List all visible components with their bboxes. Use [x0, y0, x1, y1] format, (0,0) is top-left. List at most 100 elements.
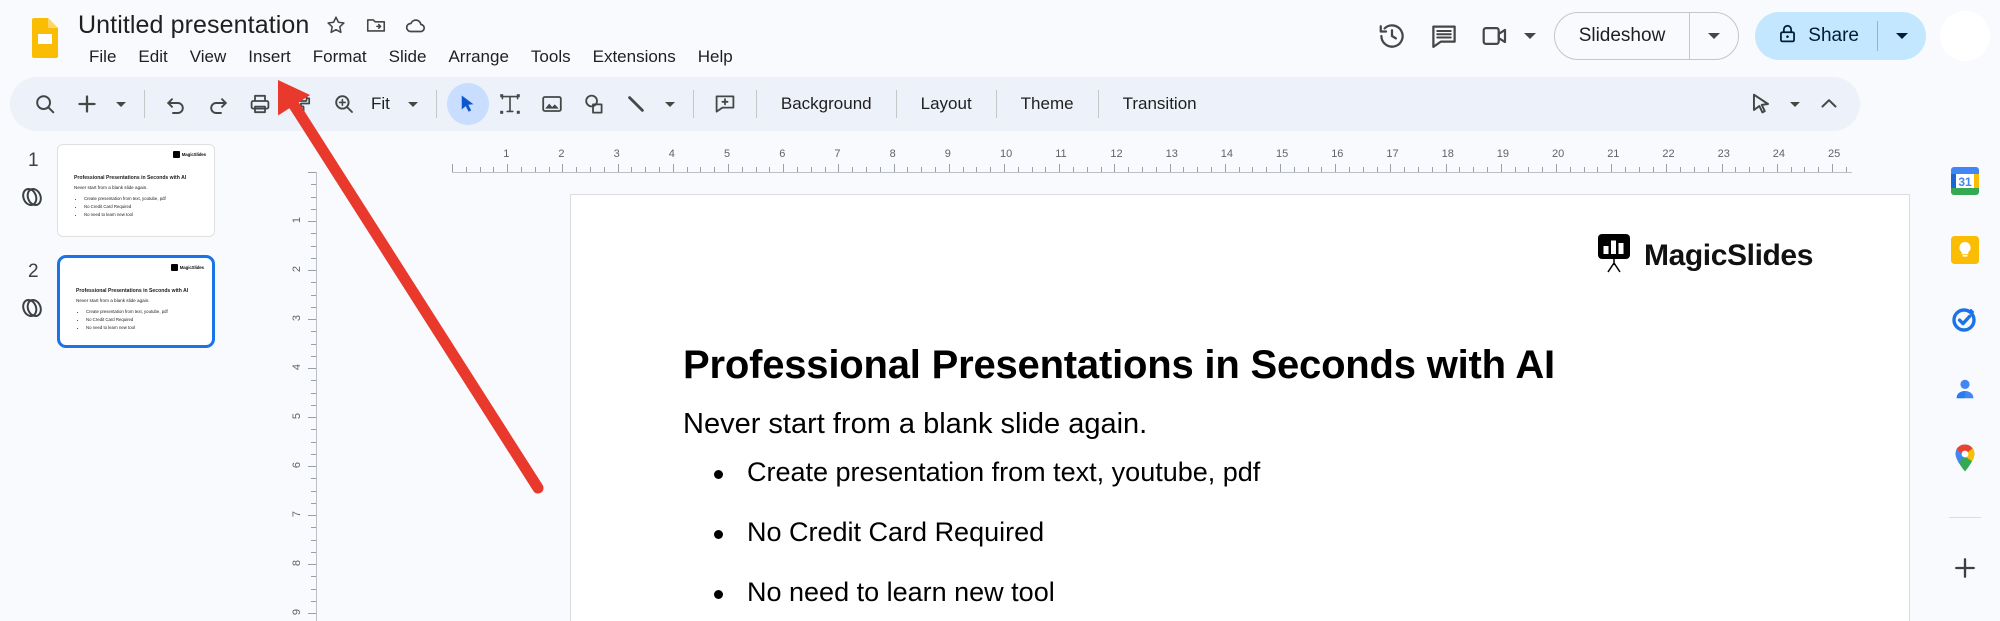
slide-canvas[interactable]: MagicSlides Professional Presentations i… — [570, 194, 1910, 621]
avatar[interactable] — [1940, 11, 1990, 61]
insert-image-icon[interactable] — [531, 83, 573, 125]
search-icon[interactable] — [24, 83, 66, 125]
ruler-tick — [783, 164, 785, 172]
ruler-tick — [308, 172, 316, 173]
menu-item-tools[interactable]: Tools — [520, 45, 582, 69]
add-on-icon[interactable] — [1941, 552, 1989, 585]
ruler-tick — [948, 164, 950, 172]
meet-camera-icon[interactable] — [1470, 10, 1522, 62]
ruler-tick — [1707, 167, 1709, 172]
ruler-tick — [1473, 167, 1475, 172]
menu-item-view[interactable]: View — [179, 45, 238, 69]
slide-thumbnail-selected[interactable]: MagicSlides Professional Presentations i… — [57, 255, 215, 348]
menu-item-edit[interactable]: Edit — [127, 45, 178, 69]
undo-icon[interactable] — [155, 83, 197, 125]
ruler-label: 9 — [291, 608, 304, 616]
main-toolbar: Fit Background Layout Theme Transition — [10, 77, 1860, 131]
laser-pointer-icon[interactable] — [1740, 83, 1782, 125]
google-keep-icon[interactable] — [1941, 233, 1989, 266]
laser-chevron-down-icon[interactable] — [1782, 83, 1808, 125]
select-cursor-icon[interactable] — [446, 83, 489, 125]
slideshow-button[interactable]: Slideshow — [1553, 12, 1740, 60]
theme-button[interactable]: Theme — [1007, 86, 1088, 122]
ruler-tick — [1197, 167, 1199, 172]
slide-thumbnail[interactable]: MagicSlides Professional Presentations i… — [57, 144, 215, 237]
add-comment-icon[interactable] — [704, 83, 746, 125]
menu-item-help[interactable]: Help — [687, 45, 744, 69]
thumb-title: Professional Presentations in Seconds wi… — [76, 288, 189, 294]
menu-item-format[interactable]: Format — [302, 45, 378, 69]
paint-format-icon[interactable] — [281, 83, 323, 125]
filmstrip-slide-2[interactable]: 2 MagicSlides Professional Presentations… — [0, 255, 270, 371]
ruler-label: 12 — [1110, 148, 1123, 160]
google-contacts-icon[interactable] — [1941, 372, 1989, 405]
meet-chevron-down-icon[interactable] — [1523, 33, 1536, 39]
ruler-tick — [311, 551, 316, 553]
filmstrip-slide-1[interactable]: 1 MagicSlides Professional Presentations… — [0, 144, 270, 260]
ruler-label: 6 — [779, 148, 786, 160]
ruler-tick — [1224, 164, 1226, 172]
ruler-tick — [311, 588, 316, 590]
star-icon[interactable] — [323, 12, 349, 38]
text-box-icon[interactable] — [489, 83, 531, 125]
share-button[interactable]: Share — [1755, 12, 1926, 60]
page-title[interactable]: Untitled presentation — [78, 11, 309, 40]
comment-icon[interactable] — [1418, 10, 1470, 62]
menu-item-slide[interactable]: Slide — [378, 45, 438, 69]
ruler-tick — [893, 164, 895, 172]
ruler-tick — [866, 167, 867, 172]
menu-item-arrange[interactable]: Arrange — [437, 45, 519, 69]
slide-body-bullets[interactable]: Create presentation from text, youtube, … — [701, 457, 1831, 621]
slide-title[interactable]: Professional Presentations in Seconds wi… — [683, 343, 1833, 388]
slide-filmstrip-panel[interactable]: 1 MagicSlides Professional Presentations… — [0, 136, 270, 621]
slide-subtitle[interactable]: Never start from a blank slide again. — [683, 408, 1147, 441]
google-calendar-icon[interactable]: 31 — [1941, 164, 1989, 197]
line-chevron-down-icon[interactable] — [657, 83, 683, 125]
zoom-chevron-down-icon[interactable] — [400, 83, 426, 125]
list-item[interactable]: No need to learn new tool — [701, 577, 1831, 608]
layout-button[interactable]: Layout — [907, 86, 986, 122]
ruler-tick — [311, 306, 316, 308]
ruler-tick — [1749, 167, 1751, 172]
linked-slide-icon — [18, 293, 48, 323]
menu-item-insert[interactable]: Insert — [237, 45, 302, 69]
version-history-icon[interactable] — [1366, 10, 1418, 62]
google-slides-logo-icon[interactable] — [22, 14, 68, 60]
divider — [995, 90, 997, 118]
meet-button-group[interactable] — [1470, 10, 1544, 62]
ruler-tick — [852, 167, 854, 172]
ruler-tick — [308, 564, 316, 565]
ruler-baseline — [452, 172, 1852, 173]
linked-slide-icon — [18, 182, 48, 212]
divider — [692, 90, 694, 118]
ruler-tick — [1086, 167, 1088, 172]
ruler-tick — [311, 453, 316, 455]
line-icon[interactable] — [615, 83, 657, 125]
cloud-saved-icon[interactable] — [403, 12, 429, 38]
horizontal-ruler[interactable]: 1 2 3 4 5 6 7 8 9 10 11 12 13 14 15 16 17 18 19 20 21 22 23 24 2… — [452, 148, 1852, 174]
print-icon[interactable] — [239, 83, 281, 125]
transition-button[interactable]: Transition — [1109, 86, 1211, 122]
ruler-tick — [769, 167, 771, 172]
background-button[interactable]: Background — [767, 86, 886, 122]
vertical-ruler[interactable]: 1 2 3 4 5 6 7 8 9 — [291, 172, 318, 621]
move-to-folder-icon[interactable] — [363, 12, 389, 38]
google-maps-icon[interactable] — [1941, 442, 1989, 475]
zoom-level-value[interactable]: Fit — [365, 94, 400, 114]
new-slide-icon[interactable] — [66, 83, 108, 125]
menu-item-extensions[interactable]: Extensions — [582, 45, 687, 69]
list-item[interactable]: No Credit Card Required — [701, 517, 1831, 548]
menu-item-file[interactable]: File — [78, 45, 127, 69]
slideshow-chevron-down-icon[interactable] — [1690, 13, 1738, 59]
google-tasks-icon[interactable] — [1941, 303, 1989, 336]
redo-icon[interactable] — [197, 83, 239, 125]
zoom-icon[interactable] — [323, 83, 365, 125]
google-slides-window: Untitled presentation File Edit View Ins… — [0, 0, 2000, 621]
collapse-toolbar-icon[interactable] — [1808, 83, 1850, 125]
shape-icon[interactable] — [573, 83, 615, 125]
ruler-tick — [311, 331, 316, 333]
list-item[interactable]: Create presentation from text, youtube, … — [701, 457, 1831, 488]
share-main[interactable]: Share — [1755, 12, 1877, 60]
share-chevron-down-icon[interactable] — [1878, 12, 1926, 60]
new-slide-chevron-down-icon[interactable] — [108, 83, 134, 125]
